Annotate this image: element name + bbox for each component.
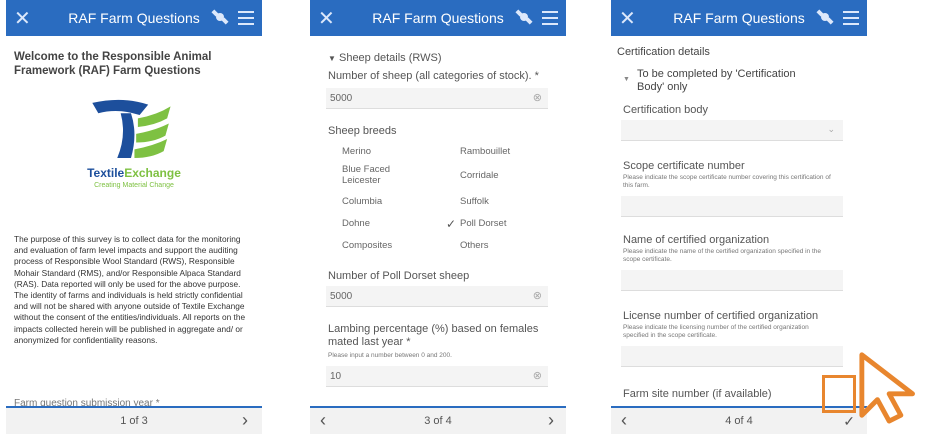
lambing-hint: Please input a number between 0 and 200.: [328, 352, 452, 359]
survey-purpose-text: The purpose of this survey is to collect…: [14, 234, 246, 345]
checkmark-icon: ✓: [446, 217, 457, 231]
section-title: Sheep details (RWS): [338, 52, 442, 64]
form-content: ▼ Sheep details (RWS) Number of sheep (a…: [310, 36, 566, 408]
phone-screen-certification: ✕ RAF Farm Questions Certification detai…: [611, 0, 867, 434]
breed-checkbox-composites[interactable]: Composites: [342, 240, 392, 251]
logo-tagline: Creating Material Change: [94, 182, 174, 189]
page-indicator: 4 of 4: [725, 415, 753, 427]
question-lambing-percentage: Lambing percentage (%) based on females …: [328, 323, 539, 348]
poll-dorset-input[interactable]: 5000 ⊗: [326, 286, 548, 307]
question-farm-site-number: Farm site number (if available): [623, 388, 772, 400]
question-number-of-sheep: Number of sheep (all categories of stock…: [328, 70, 539, 82]
page-footer: ‹ 3 of 4 ›: [310, 406, 566, 434]
hamburger-menu-icon[interactable]: [843, 11, 859, 25]
input-value: 5000: [330, 93, 353, 104]
org-name-hint: Please indicate the name of the certifie…: [623, 248, 822, 263]
subsection-header[interactable]: ▼ To be completed by 'Certification Body…: [623, 68, 813, 94]
page-indicator: 1 of 3: [120, 415, 148, 427]
breed-checkbox-suffolk[interactable]: Suffolk: [460, 196, 489, 207]
clear-circle-icon[interactable]: ⊗: [533, 91, 542, 104]
breed-checkbox-poll-dorset[interactable]: ✓ Poll Dorset: [446, 217, 506, 231]
triangle-down-icon: ▼: [623, 76, 630, 83]
input-value: 5000: [330, 291, 353, 302]
triangle-down-icon: ▼: [328, 54, 336, 63]
breed-checkbox-others[interactable]: Others: [460, 240, 489, 251]
subsection-title: To be completed by 'Certification Body' …: [637, 68, 796, 93]
chevron-down-icon: ⌄: [827, 124, 835, 134]
logo-wordmark: TextileExchange: [6, 166, 262, 180]
page-footer: 1 of 3 ›: [6, 406, 262, 434]
breed-checkbox-columbia[interactable]: Columbia: [342, 196, 382, 207]
satellite-icon[interactable]: [815, 7, 835, 27]
breed-checkbox-rambouillet[interactable]: Rambouillet: [460, 146, 510, 157]
page-indicator: 3 of 4: [424, 415, 452, 427]
textile-exchange-logo-icon: [92, 99, 171, 158]
welcome-heading: Welcome to the Responsible Animal Framew…: [14, 51, 212, 77]
certification-body-select[interactable]: ⌄: [621, 120, 843, 141]
question-license-number: License number of certified organization: [623, 310, 819, 322]
license-number-input[interactable]: [621, 346, 843, 367]
hamburger-menu-icon[interactable]: [542, 11, 558, 25]
section-header[interactable]: ▼ Sheep details (RWS): [328, 52, 442, 64]
chevron-right-icon[interactable]: ›: [242, 410, 248, 431]
hamburger-menu-icon[interactable]: [238, 11, 254, 25]
logo-wordmark-part1: Textile: [87, 166, 125, 180]
question-poll-dorset: Number of Poll Dorset sheep: [328, 270, 470, 282]
phone-screen-welcome: ✕ RAF Farm Questions Welcome to the Resp…: [6, 0, 262, 434]
license-hint: Please indicate the licensing number of …: [623, 324, 809, 339]
input-value: 10: [330, 371, 342, 382]
scope-certificate-input[interactable]: [621, 196, 843, 217]
breed-checkbox-corridale[interactable]: Corridale: [460, 170, 499, 181]
question-scope-certificate: Scope certificate number: [623, 160, 745, 172]
satellite-icon[interactable]: [210, 7, 230, 27]
scope-hint: Please indicate the scope certificate nu…: [623, 174, 831, 189]
app-header: ✕ RAF Farm Questions: [6, 0, 262, 36]
section-title: Certification details: [617, 46, 710, 58]
checkmark-icon[interactable]: ✓: [843, 413, 855, 430]
pointer-cursor-icon: [859, 352, 915, 424]
question-sheep-breeds: Sheep breeds: [328, 125, 397, 137]
breed-checkbox-blue-faced-leicester[interactable]: Blue Faced Leicester: [342, 164, 412, 186]
chevron-right-icon[interactable]: ›: [548, 410, 554, 431]
certified-org-name-input[interactable]: [621, 270, 843, 291]
question-certified-org-name: Name of certified organization: [623, 234, 770, 246]
breed-checkbox-dohne[interactable]: Dohne: [342, 218, 370, 229]
app-header: ✕ RAF Farm Questions: [611, 0, 867, 36]
form-content: Welcome to the Responsible Animal Framew…: [6, 36, 262, 408]
satellite-icon[interactable]: [514, 7, 534, 27]
phone-screen-sheep-details: ✕ RAF Farm Questions ▼ Sheep details (RW…: [310, 0, 566, 434]
lambing-percentage-input[interactable]: 10 ⊗: [326, 366, 548, 387]
form-content: Certification details ▼ To be completed …: [611, 36, 867, 408]
clear-circle-icon[interactable]: ⊗: [533, 289, 542, 302]
question-certification-body: Certification body: [623, 104, 708, 116]
app-header: ✕ RAF Farm Questions: [310, 0, 566, 36]
submit-target-highlight: [822, 375, 856, 413]
logo-wordmark-part2: Exchange: [124, 166, 181, 180]
breed-checkbox-merino[interactable]: Merino: [342, 146, 371, 157]
number-of-sheep-input[interactable]: 5000 ⊗: [326, 88, 548, 109]
clear-circle-icon[interactable]: ⊗: [533, 369, 542, 382]
